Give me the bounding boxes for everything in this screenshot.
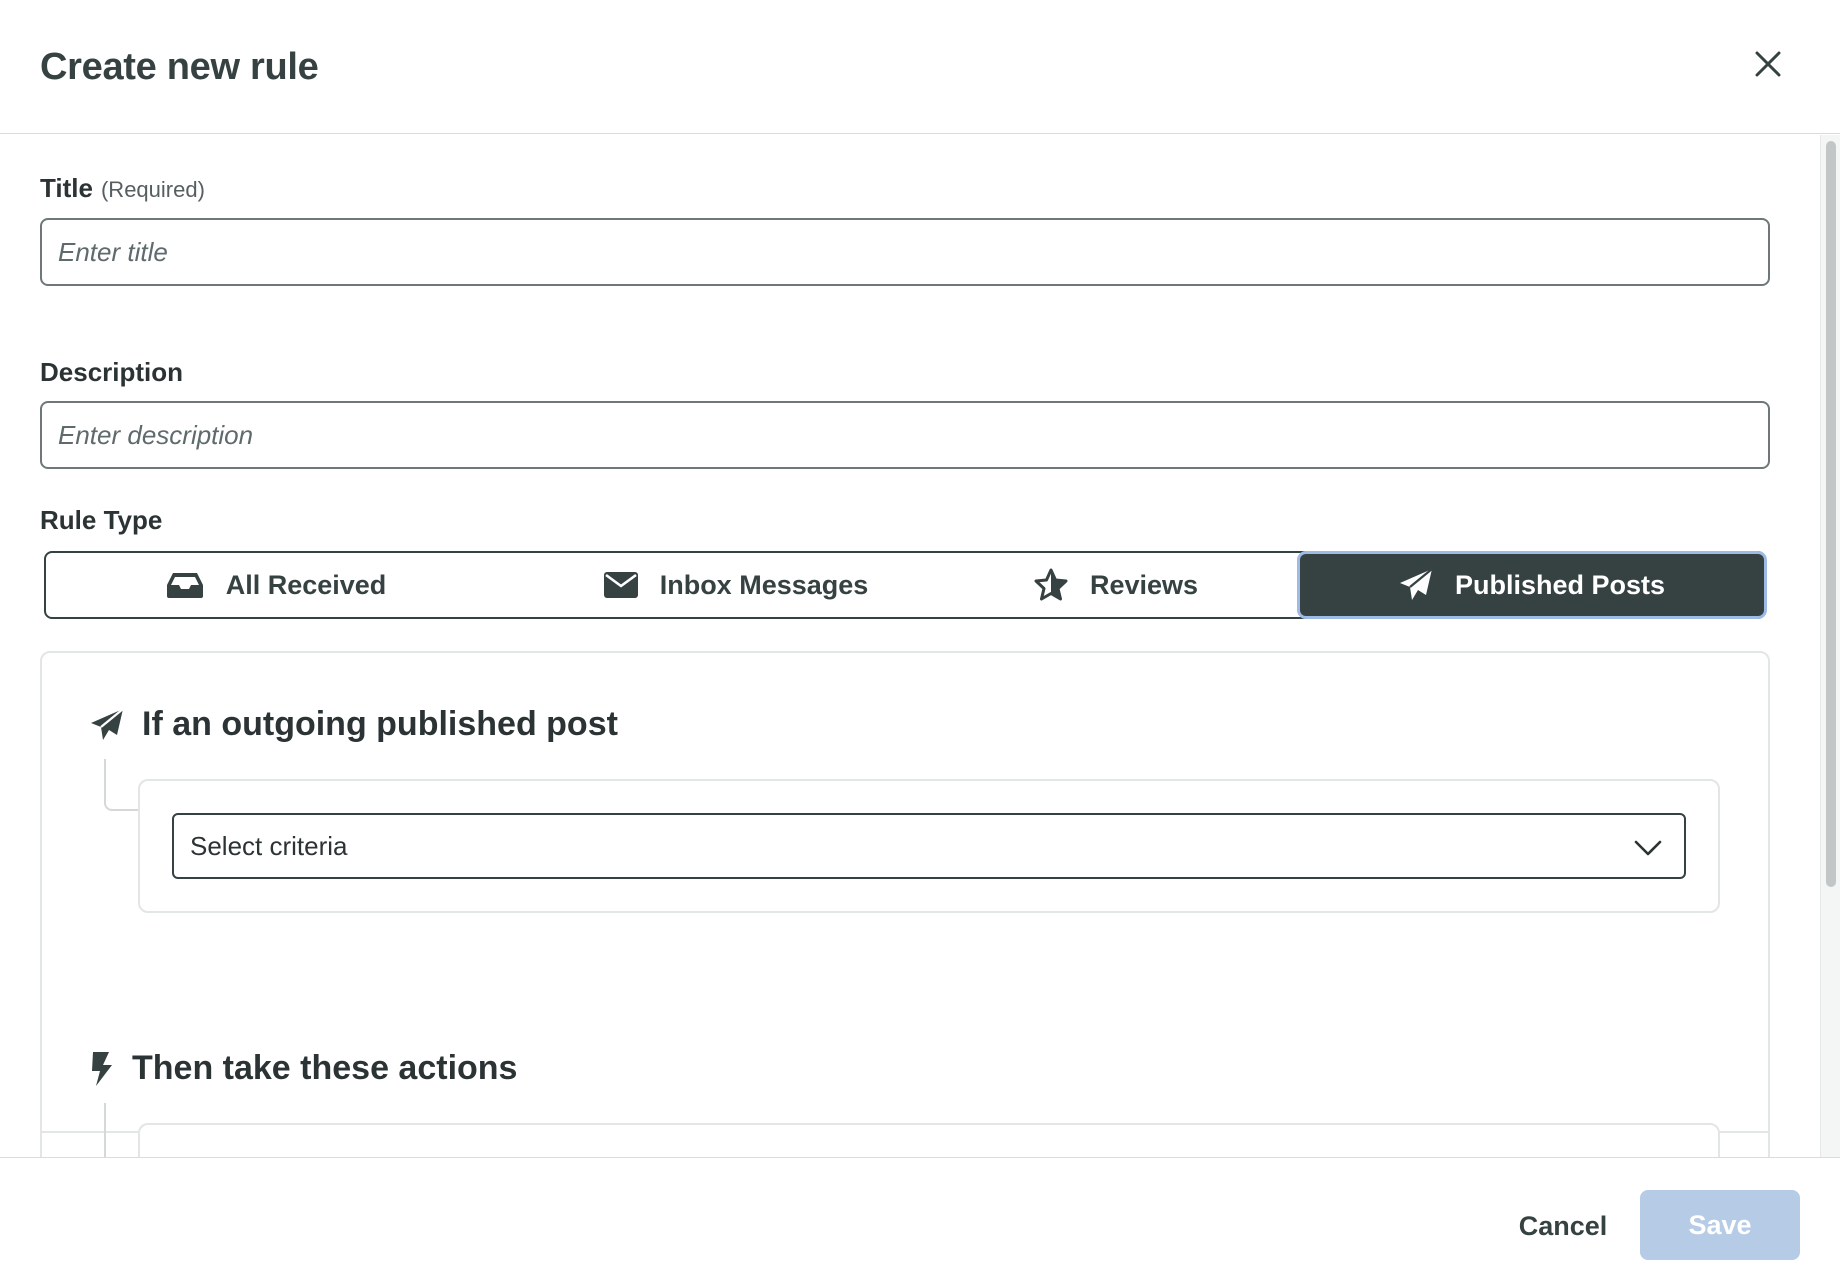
inbox-icon	[166, 573, 203, 598]
paper-plane-icon	[91, 707, 124, 740]
close-icon	[1755, 51, 1781, 77]
rule-type-all-received[interactable]: All Received	[86, 553, 466, 617]
scrollbar[interactable]	[1820, 135, 1840, 1157]
bolt-icon	[92, 1051, 112, 1086]
title-input[interactable]	[40, 218, 1770, 286]
rule-type-inbox-messages[interactable]: Inbox Messages	[556, 553, 916, 617]
description-input[interactable]	[40, 401, 1770, 469]
conditions-title: If an outgoing published post	[142, 705, 618, 743]
envelope-icon	[603, 572, 638, 598]
chevron-down-icon	[1634, 840, 1662, 856]
cancel-button[interactable]: Cancel	[1498, 1192, 1628, 1260]
modal-header: Create new rule	[0, 0, 1840, 134]
actions-box	[138, 1123, 1720, 1157]
criteria-select-value: Select criteria	[190, 830, 348, 861]
description-label: Description	[40, 357, 184, 387]
close-button[interactable]	[1748, 44, 1788, 84]
rule-type-label: Rule Type	[40, 505, 163, 535]
title-label: Title (Required)	[40, 173, 205, 204]
scrollbar-thumb[interactable]	[1826, 141, 1836, 887]
save-button[interactable]: Save	[1640, 1190, 1800, 1260]
rule-type-label-reviews: Reviews	[1089, 569, 1199, 600]
actions-connector	[104, 1103, 140, 1157]
create-rule-modal: Create new rule Title (Required) Descript…	[0, 0, 1840, 1286]
rule-type-published-posts[interactable]: Published Posts	[1300, 554, 1764, 616]
conditions-heading: If an outgoing published post	[90, 705, 618, 744]
criteria-select[interactable]: Select criteria	[172, 813, 1686, 879]
paper-plane-icon	[1399, 568, 1433, 600]
actions-title: Then take these actions	[132, 1049, 518, 1087]
conditions-connector	[104, 759, 140, 811]
modal-footer: Cancel Save	[0, 1157, 1840, 1286]
modal-body[interactable]: Title (Required) Description Rule Type Al…	[0, 135, 1840, 1157]
modal-title: Create new rule	[40, 46, 319, 88]
criteria-box: Select criteria	[138, 779, 1720, 913]
rule-builder-card: If an outgoing published post Select cri…	[40, 651, 1770, 1157]
required-indicator: (Required)	[100, 177, 205, 202]
rule-type-label-published-posts: Published Posts	[1454, 569, 1666, 600]
rule-type-label-inbox-messages: Inbox Messages	[659, 569, 869, 600]
actions-heading: Then take these actions	[90, 1049, 517, 1088]
rule-type-reviews[interactable]: Reviews	[1006, 553, 1226, 617]
rule-type-label-all-received: All Received	[225, 569, 387, 600]
star-icon	[1034, 568, 1068, 601]
rule-type-selector: All Received Inbox Messages Reviews Publ…	[44, 551, 1766, 619]
title-label-text: Title	[40, 173, 93, 203]
